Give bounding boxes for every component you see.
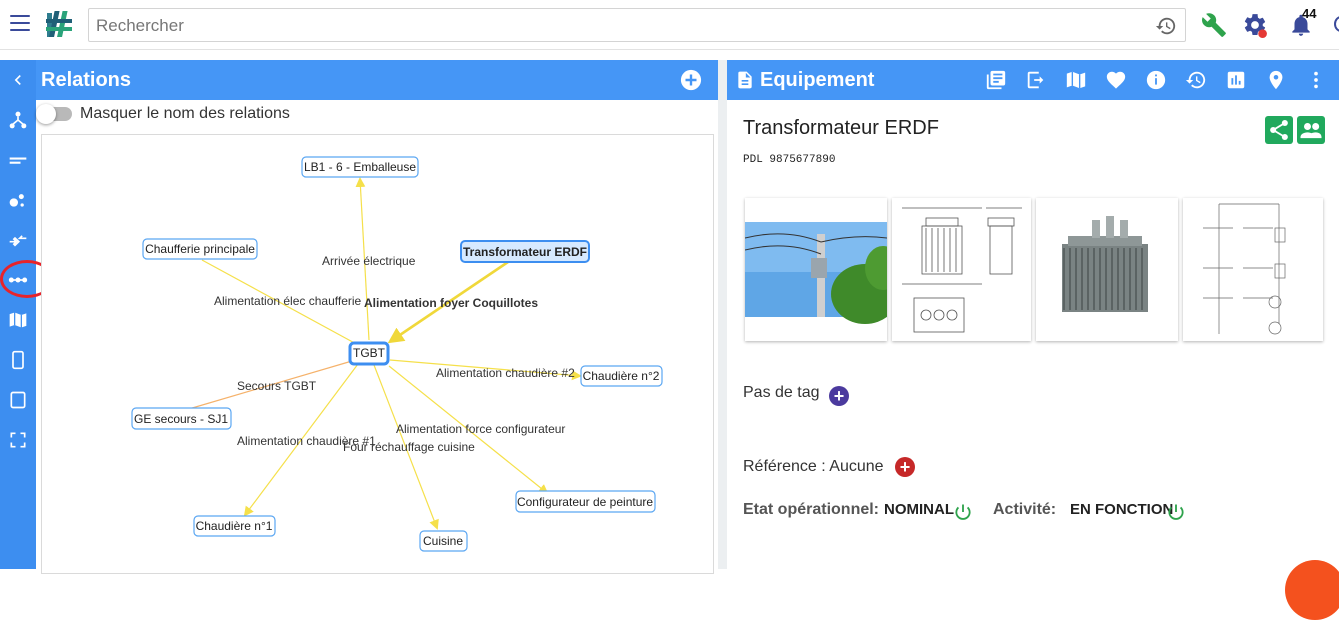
node-configurateur[interactable]: Configurateur de peinture [515, 490, 656, 513]
history-icon[interactable] [1185, 69, 1207, 91]
equipement-title: Equipement [760, 69, 875, 91]
node-label-chaudiere2: Chaudière n°2 [583, 369, 660, 383]
power-icon[interactable] [1166, 502, 1186, 522]
node-label-transfo: Transformateur ERDF [463, 245, 587, 259]
equipement-pdl: PDL 9875677890 [743, 154, 836, 166]
gear-icon[interactable] [1242, 12, 1268, 38]
edge-label-arrivee: Arrivée électrique [322, 254, 416, 268]
relations-graph[interactable]: Arrivée électrique Alimentation élec cha… [41, 134, 714, 574]
floating-action-button[interactable] [1285, 560, 1339, 620]
edge-label-alim-chaudiere2: Alimentation chaudière #2 [436, 366, 575, 380]
equipement-name: Transformateur ERDF [743, 117, 939, 139]
activite-label: Activité: [993, 501, 1057, 518]
user-icon[interactable] [1334, 16, 1339, 32]
node-label-configurateur: Configurateur de peinture [517, 495, 653, 509]
equipement-header: Equipement [727, 60, 1339, 100]
more-vert-icon[interactable] [1305, 69, 1327, 91]
top-bar: 44 [0, 0, 1339, 50]
edge-label-secours: Secours TGBT [237, 379, 317, 393]
photo-thumbnail-pole[interactable] [744, 198, 901, 341]
node-transfo[interactable]: Transformateur ERDF [460, 240, 590, 263]
edge-label-four: Four réchauffage cuisine [343, 440, 475, 454]
back-chevron-icon[interactable] [8, 70, 28, 90]
power-icon[interactable] [953, 502, 973, 522]
node-ge-secours[interactable]: GE secours - SJ1 [131, 407, 232, 430]
map-icon[interactable] [1065, 69, 1087, 91]
library-icon[interactable] [985, 69, 1007, 91]
node-chaudiere2[interactable]: Chaudière n°2 [580, 365, 663, 387]
menu-icon[interactable] [10, 15, 30, 33]
info-icon[interactable] [1145, 69, 1167, 91]
node-emballeuse[interactable]: LB1 - 6 - Emballeuse [301, 156, 419, 178]
node-cuisine[interactable]: Cuisine [419, 530, 468, 552]
relations-header: Relations [36, 60, 718, 100]
app-logo[interactable] [44, 9, 74, 39]
left-rail [0, 60, 36, 569]
search-box [88, 8, 1186, 42]
node-tgbt[interactable]: TGBT [348, 341, 390, 366]
share-icon [1270, 119, 1288, 141]
phone-icon[interactable] [8, 350, 28, 370]
pin-icon[interactable] [1265, 69, 1287, 91]
node-label-cuisine: Cuisine [423, 534, 463, 548]
hierarchy-icon[interactable] [8, 110, 28, 130]
wrench-icon[interactable] [1201, 12, 1227, 38]
node-label-chaudiere1: Chaudière n°1 [196, 519, 273, 533]
people-button[interactable] [1297, 116, 1325, 144]
edge-label-alim-foyer: Alimentation foyer Coquillotes [364, 296, 538, 310]
node-chaudiere1[interactable]: Chaudière n°1 [193, 515, 276, 537]
people-icon [1300, 123, 1322, 139]
node-label-chaufferie: Chaufferie principale [145, 242, 255, 256]
search-input[interactable] [96, 15, 1136, 37]
notification-count: 44 [1302, 6, 1317, 21]
list-icon[interactable] [8, 150, 28, 170]
edge-label-alim-force: Alimentation force configurateur [396, 422, 565, 436]
toggle-label: Masquer le nom des relations [80, 105, 290, 122]
edge-label-alim-chaufferie: Alimentation élec chaufferie [214, 294, 362, 308]
bubbles-icon[interactable] [8, 190, 28, 210]
relations-title: Relations [41, 69, 132, 91]
add-reference-button[interactable]: + [895, 457, 915, 477]
heart-icon[interactable] [1105, 69, 1127, 91]
add-circle-icon[interactable] [680, 69, 702, 91]
history-icon[interactable] [1155, 15, 1177, 37]
node-label-emballeuse: LB1 - 6 - Emballeuse [304, 160, 416, 174]
fullscreen-icon[interactable] [8, 430, 28, 450]
schematic-thumbnail[interactable] [1183, 198, 1323, 341]
node-label-ge-secours: GE secours - SJ1 [134, 412, 228, 426]
document-icon [738, 71, 752, 89]
tag-label: Pas de tag [743, 384, 820, 401]
exit-icon[interactable] [1025, 69, 1047, 91]
etat-label: Etat opérationnel: [743, 501, 880, 518]
reference-label: Référence : Aucune [743, 458, 884, 475]
chart-icon[interactable] [1225, 69, 1247, 91]
map-icon[interactable] [8, 310, 28, 330]
add-tag-button[interactable]: + [829, 386, 849, 406]
transformer-photo-thumbnail[interactable] [1036, 198, 1178, 341]
arrows-merge-icon[interactable] [8, 230, 28, 250]
tablet-icon[interactable] [8, 390, 28, 410]
node-label-tgbt: TGBT [353, 346, 386, 360]
etat-value: NOMINAL [884, 501, 954, 518]
technical-drawing-thumbnail[interactable] [892, 198, 1031, 341]
activite-value: EN FONCTION [1070, 501, 1174, 518]
share-button[interactable] [1265, 116, 1293, 144]
node-chaufferie[interactable]: Chaufferie principale [142, 238, 258, 260]
hide-relation-names-toggle[interactable] [36, 104, 72, 124]
panel-divider [718, 60, 727, 569]
